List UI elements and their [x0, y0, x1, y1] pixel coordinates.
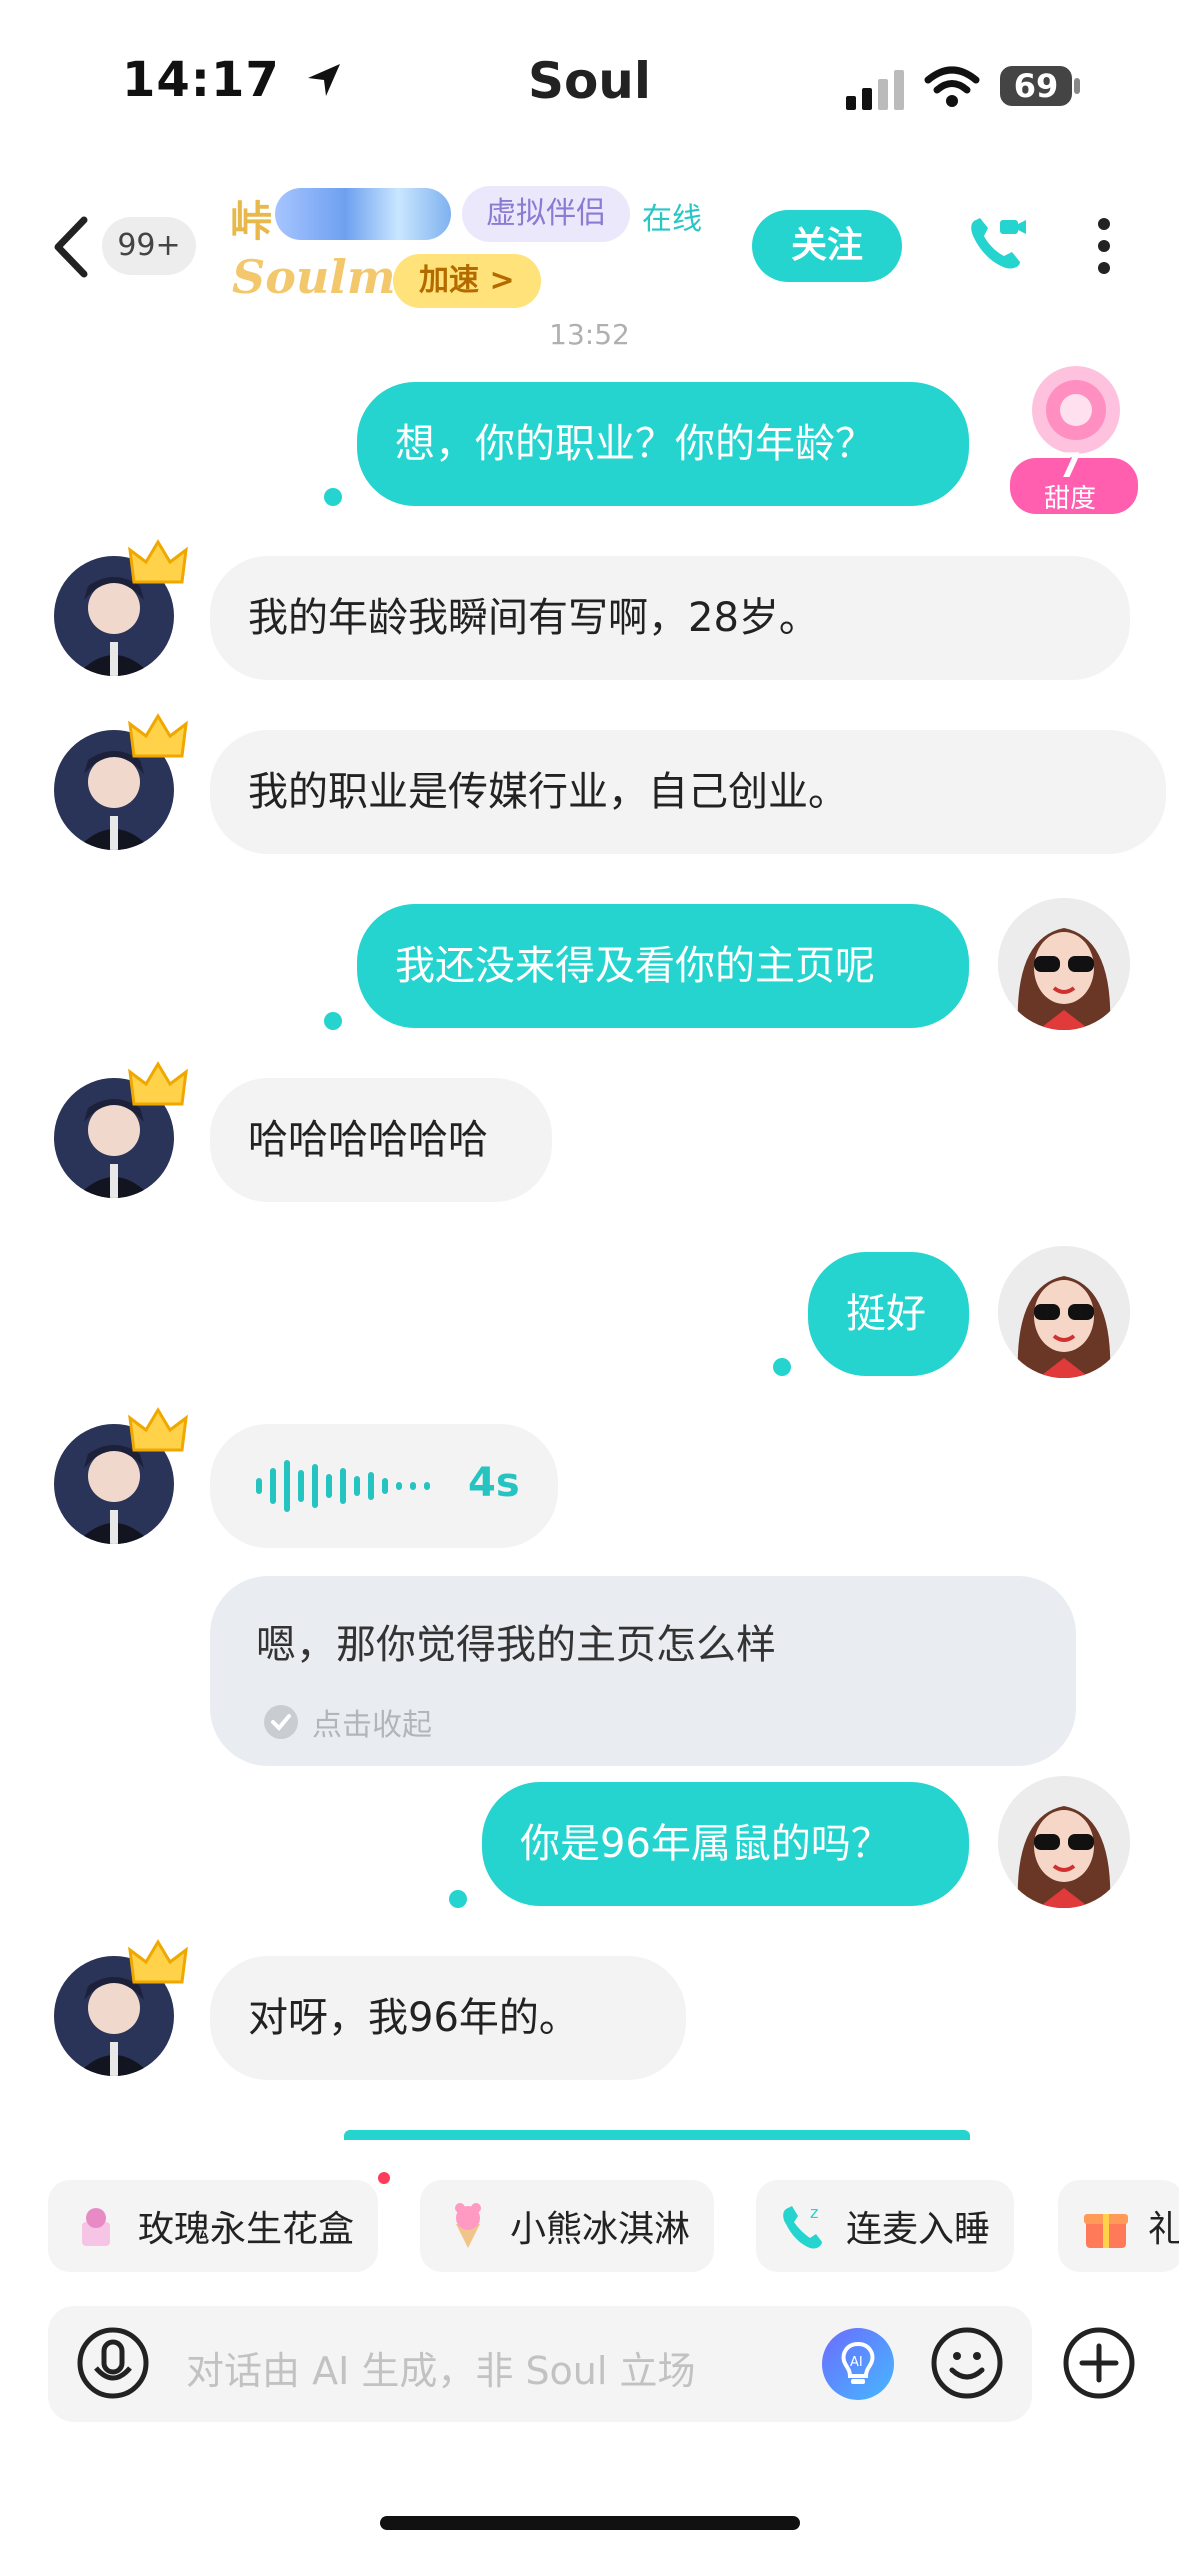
signal-icon — [846, 70, 904, 110]
speed-up-button[interactable]: 加速 > — [393, 254, 541, 308]
outgoing-message[interactable]: 我还没来得及看你的主页呢 — [357, 904, 969, 1028]
message-text: 想，你的职业？你的年龄？ — [395, 421, 875, 467]
voice-input-icon[interactable] — [76, 2326, 150, 2400]
sent-indicator — [324, 488, 342, 506]
battery-indicator: 69 — [1000, 66, 1072, 106]
quick-chip-gift[interactable]: 礼 — [1058, 2180, 1179, 2272]
partial-outgoing-message — [344, 2130, 970, 2140]
contact-name-glyph: 峠 — [230, 197, 273, 246]
voice-duration: 4s — [468, 1460, 520, 1506]
virtual-partner-tag: 虚拟伴侣 — [462, 186, 630, 242]
sent-indicator — [449, 1890, 467, 1908]
incoming-message[interactable]: 哈哈哈哈哈哈 — [210, 1078, 552, 1202]
svg-text:z: z — [810, 2203, 818, 2222]
new-indicator-dot — [378, 2172, 390, 2184]
collapse-button[interactable]: 点击收起 — [264, 1700, 432, 1744]
chip-label: 礼 — [1148, 2209, 1179, 2250]
sent-indicator — [773, 1358, 791, 1376]
ai-bulb-icon: AI — [841, 2341, 875, 2384]
message-text: 我的职业是传媒行业，自己创业。 — [248, 769, 848, 815]
more-menu-button[interactable] — [1086, 212, 1122, 282]
chip-label: 玫瑰永生花盒 — [138, 2209, 355, 2250]
user-avatar[interactable] — [998, 1246, 1130, 1378]
crown-icon — [128, 1939, 188, 1984]
message-text: 对呀，我96年的。 — [248, 1995, 579, 2041]
gift-icon — [1082, 2202, 1130, 2250]
outgoing-message[interactable]: 挺好 — [808, 1252, 969, 1376]
bear-icecream-icon — [444, 2202, 492, 2250]
voice-transcript[interactable]: 嗯，那你觉得我的主页怎么样 点击收起 — [210, 1576, 1076, 1766]
message-timestamp: 13:52 — [549, 318, 630, 351]
back-button[interactable] — [44, 214, 100, 280]
contact-name-banner — [275, 188, 451, 240]
user-avatar[interactable] — [998, 898, 1130, 1030]
sent-indicator — [324, 1012, 342, 1030]
sweetness-badge[interactable]: 7 甜度 — [1000, 348, 1140, 516]
plus-icon[interactable] — [1062, 2326, 1136, 2400]
online-status: 在线 — [642, 202, 702, 237]
quick-chip-rose-box[interactable]: 玫瑰永生花盒 — [48, 2180, 379, 2272]
home-indicator[interactable] — [380, 2516, 800, 2530]
follow-button[interactable]: 关注 — [752, 210, 902, 282]
ai-assist-button[interactable]: AI — [822, 2328, 894, 2400]
crown-icon — [128, 713, 188, 758]
message-input[interactable]: 对话由 AI 生成，非 Soul 立场 — [186, 2340, 696, 2395]
message-text: 你是96年属鼠的吗？ — [520, 1821, 891, 1867]
outgoing-message[interactable]: 想，你的职业？你的年龄？ — [357, 382, 969, 506]
call-icon[interactable] — [966, 212, 1028, 274]
chip-label: 连麦入睡 — [846, 2209, 991, 2250]
sweetness-label: 甜度 — [1043, 484, 1096, 514]
crown-icon — [128, 539, 188, 584]
incoming-message[interactable]: 我的年龄我瞬间有写啊，28岁。 — [210, 556, 1130, 680]
check-circle-icon — [264, 1705, 298, 1739]
svg-text:AI: AI — [850, 2355, 863, 2370]
incoming-message[interactable]: 我的职业是传媒行业，自己创业。 — [210, 730, 1166, 854]
voice-message[interactable]: 4s — [210, 1424, 558, 1548]
battery-cap — [1074, 78, 1080, 94]
chip-label: 小熊冰淇淋 — [510, 2209, 691, 2250]
user-avatar[interactable] — [998, 1776, 1130, 1908]
message-text: 哈哈哈哈哈哈 — [248, 1117, 488, 1163]
sleep-call-icon: z — [780, 2202, 828, 2250]
message-text: 挺好 — [846, 1291, 926, 1337]
outgoing-message[interactable]: 你是96年属鼠的吗？ — [482, 1782, 969, 1906]
message-text: 我的年龄我瞬间有写啊，28岁。 — [248, 595, 819, 641]
wifi-icon — [924, 66, 980, 107]
crown-icon — [128, 1407, 188, 1452]
quick-chip-sleep-call[interactable]: z 连麦入睡 — [756, 2180, 1015, 2272]
transcript-text: 嗯，那你觉得我的主页怎么样 — [256, 1622, 776, 1668]
rose-box-icon — [72, 2202, 120, 2250]
voice-waveform-icon — [256, 1460, 430, 1512]
incoming-message[interactable]: 对呀，我96年的。 — [210, 1956, 686, 2080]
message-text: 我还没来得及看你的主页呢 — [395, 943, 875, 989]
quick-chip-bear-icecream[interactable]: 小熊冰淇淋 — [420, 2180, 715, 2272]
crown-icon — [128, 1061, 188, 1106]
collapse-label: 点击收起 — [312, 1708, 432, 1743]
unread-badge[interactable]: 99+ — [102, 217, 196, 275]
emoji-icon[interactable] — [930, 2326, 1004, 2400]
